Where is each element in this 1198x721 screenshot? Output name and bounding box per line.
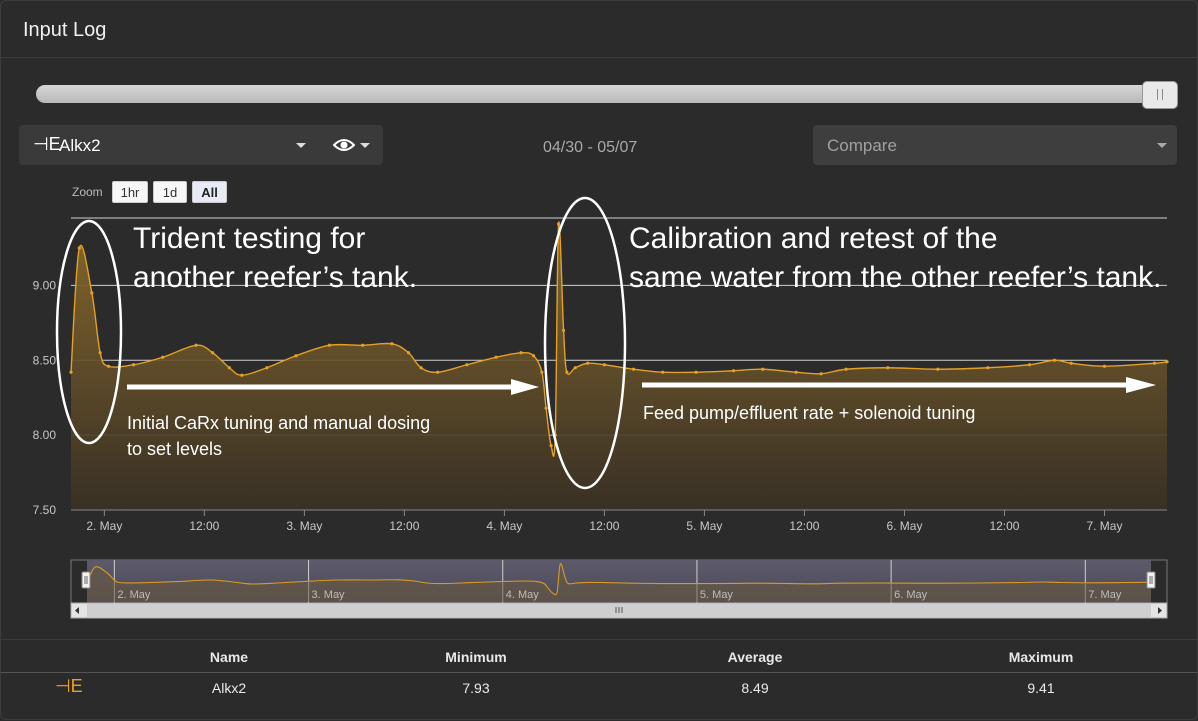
x-tick-label: 12:00 <box>189 519 219 533</box>
data-point <box>886 366 890 370</box>
x-tick-label: 3. May <box>286 519 322 533</box>
y-tick-label: 8.50 <box>33 353 57 367</box>
x-axis-labels: 2. May 12:00 3. May 12:00 4. May 12:00 5. May 1… <box>71 509 1167 533</box>
data-point <box>631 367 636 371</box>
data-point <box>361 343 365 347</box>
row-minimum: 7.93 <box>462 680 490 696</box>
col-name-header: Name <box>209 649 249 665</box>
data-point <box>436 370 440 374</box>
data-point <box>494 355 498 359</box>
annotation-left-title-line2: another reefer’s tank. <box>133 261 417 294</box>
col-average-header: Average <box>727 649 783 665</box>
data-point <box>565 370 569 374</box>
data-point <box>556 222 561 226</box>
x-tick-label: 5. May <box>686 519 722 533</box>
data-point <box>211 351 215 355</box>
y-tick-label: 8.00 <box>33 428 57 442</box>
navigator-left-handle[interactable] <box>81 571 91 589</box>
data-point <box>419 366 423 370</box>
data-point <box>194 343 198 347</box>
data-point <box>540 370 544 374</box>
x-tick-label: 4. May <box>486 519 522 533</box>
data-point <box>844 367 848 371</box>
row-maximum: 9.41 <box>1027 680 1055 696</box>
navigator-right-handle[interactable] <box>1146 571 1156 589</box>
alkalinity-chart: 7.50 8.00 8.50 9.00 2. May 12:00 3. May 12:00 4… <box>33 196 1169 619</box>
row-average: 8.49 <box>741 680 769 696</box>
x-tick-label: 12:00 <box>789 519 819 533</box>
annotation-left-title-line1: Trident testing for <box>133 222 365 255</box>
x-tick-label: 12:00 <box>989 519 1019 533</box>
data-point <box>98 351 102 355</box>
data-point <box>1152 361 1157 365</box>
annotation-right-title-line2: same water from the other reefer’s tank. <box>629 261 1161 294</box>
data-point <box>227 366 231 370</box>
stats-table: Name Minimum Average Maximum ⊣E Alkx2 7.… <box>1 639 1197 720</box>
navigator-tick-label: 2. May <box>117 589 151 601</box>
data-point <box>465 363 469 367</box>
data-point <box>986 366 990 370</box>
data-point <box>936 367 940 371</box>
data-point <box>240 373 244 377</box>
data-point <box>661 370 665 374</box>
data-point <box>794 370 798 374</box>
data-point <box>549 444 553 448</box>
navigator-tick-label: 7. May <box>1088 589 1122 601</box>
x-tick-label: 12:00 <box>389 519 419 533</box>
navigator[interactable]: 2. May 3. May 4. May 5. May 6. May 7. May <box>70 559 1168 619</box>
annotation-right-caption: Feed pump/effluent rate + solenoid tunin… <box>643 403 975 423</box>
x-tick-label: 7. May <box>1086 519 1122 533</box>
navigator-tick-label: 3. May <box>312 589 346 601</box>
data-point <box>327 343 331 347</box>
data-point <box>561 328 566 332</box>
y-tick-label: 9.00 <box>33 278 57 292</box>
x-tick-label: 12:00 <box>589 519 619 533</box>
navigator-tick-label: 5. May <box>700 589 734 601</box>
annotation-left-caption-line1: Initial CaRx tuning and manual dosing <box>127 413 430 433</box>
x-tick-label: 2. May <box>86 519 122 533</box>
data-point <box>732 369 736 373</box>
data-point <box>1027 363 1032 367</box>
annotation-left-caption-line2: to set levels <box>127 439 222 459</box>
input-log-panel: Input Log ⊣E Alkx2 04/30 - 05/07 Compare… <box>0 0 1198 720</box>
data-point <box>1102 364 1107 368</box>
data-point <box>1069 361 1073 365</box>
y-tick-label: 7.50 <box>33 503 57 517</box>
stats-header-row: Name Minimum Average Maximum <box>1 640 1197 673</box>
col-minimum-header: Minimum <box>445 649 507 665</box>
data-point <box>265 366 269 370</box>
navigator-tick-label: 4. May <box>506 589 540 601</box>
data-point <box>573 366 577 370</box>
data-point <box>406 351 411 355</box>
annotation-right-title-line1: Calibration and retest of the <box>629 222 998 255</box>
x-tick-label: 6. May <box>886 519 922 533</box>
data-point <box>1165 360 1169 364</box>
data-point <box>77 246 81 250</box>
data-point <box>694 370 698 374</box>
y-axis-labels: 7.50 8.00 8.50 9.00 <box>33 278 57 517</box>
data-point <box>131 363 136 367</box>
navigator-tick-label: 6. May <box>894 589 928 601</box>
data-point <box>544 406 548 410</box>
data-point <box>161 355 165 359</box>
data-point <box>531 354 536 358</box>
data-point <box>90 291 94 295</box>
data-point <box>294 354 298 358</box>
data-point <box>819 372 823 376</box>
data-point <box>586 361 590 365</box>
row-name: Alkx2 <box>211 680 247 696</box>
alk-icon: ⊣E <box>55 676 83 696</box>
data-point <box>519 351 523 355</box>
data-point <box>1052 358 1057 362</box>
data-point <box>761 367 765 371</box>
col-maximum-header: Maximum <box>1008 649 1074 665</box>
data-point <box>390 342 394 346</box>
data-point <box>69 370 73 374</box>
data-point <box>602 363 607 367</box>
data-point <box>106 364 111 368</box>
